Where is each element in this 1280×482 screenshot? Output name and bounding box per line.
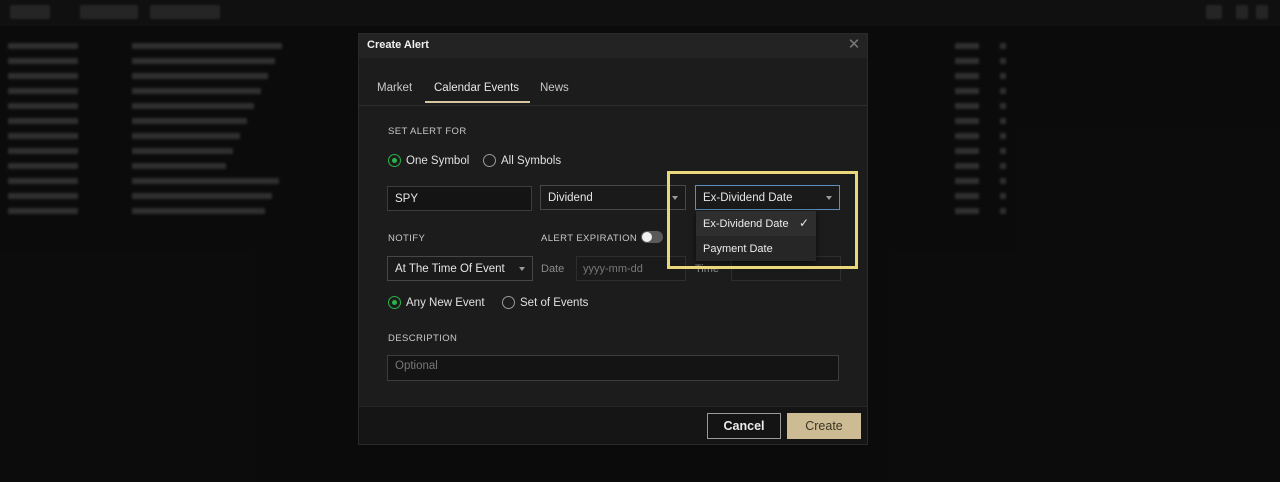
- event-type-value: Dividend: [548, 191, 593, 204]
- notify-select[interactable]: At The Time Of Event: [387, 256, 533, 281]
- tab-market[interactable]: Market: [377, 82, 412, 94]
- expiration-date-input[interactable]: yyyy-mm-dd: [576, 256, 686, 281]
- radio-label: One Symbol: [406, 154, 470, 167]
- dialog-title: Create Alert: [367, 39, 429, 51]
- alert-expiration-heading: ALERT EXPIRATION: [541, 233, 638, 244]
- expiration-date-label: Date: [541, 263, 565, 275]
- create-button[interactable]: Create: [787, 413, 861, 439]
- chevron-down-icon: [826, 195, 832, 200]
- set-alert-for-heading: SET ALERT FOR: [388, 126, 467, 137]
- radio-selected-icon: [388, 154, 401, 167]
- expiration-date-placeholder: yyyy-mm-dd: [583, 262, 643, 275]
- menu-item-ex-dividend-date[interactable]: Ex-Dividend Date ✓: [696, 211, 816, 236]
- date-type-select[interactable]: Ex-Dividend Date: [695, 185, 840, 210]
- active-tab-indicator: [425, 101, 530, 103]
- date-type-value: Ex-Dividend Date: [703, 191, 793, 204]
- tab-news[interactable]: News: [540, 82, 569, 94]
- date-type-dropdown-menu: Ex-Dividend Date ✓ Payment Date: [696, 211, 816, 261]
- notify-value: At The Time Of Event: [395, 262, 505, 275]
- radio-any-new-event[interactable]: Any New Event: [388, 296, 485, 309]
- dialog-header: Create Alert ✕: [359, 34, 867, 58]
- tab-calendar-events[interactable]: Calendar Events: [434, 82, 519, 94]
- radio-label: All Symbols: [501, 154, 562, 167]
- radio-one-symbol[interactable]: One Symbol: [388, 154, 469, 167]
- description-heading: DESCRIPTION: [388, 333, 458, 344]
- chevron-down-icon: [672, 195, 678, 200]
- cancel-button[interactable]: Cancel: [707, 413, 781, 439]
- radio-unselected-icon: [502, 296, 515, 309]
- expiration-time-label: Time: [695, 263, 720, 275]
- radio-label: Set of Events: [520, 296, 589, 309]
- description-input[interactable]: Optional: [387, 355, 839, 381]
- alert-type-tabs: Market Calendar Events News: [359, 58, 867, 106]
- checkmark-icon: ✓: [798, 216, 809, 230]
- close-icon[interactable]: ✕: [847, 37, 861, 53]
- radio-all-symbols[interactable]: All Symbols: [483, 154, 561, 167]
- alert-expiration-toggle[interactable]: [641, 231, 663, 243]
- dialog-footer: Cancel Create: [359, 406, 867, 444]
- radio-set-of-events[interactable]: Set of Events: [502, 296, 588, 309]
- toggle-knob: [642, 232, 652, 242]
- menu-item-label: Ex-Dividend Date: [703, 217, 789, 230]
- radio-unselected-icon: [483, 154, 496, 167]
- menu-item-payment-date[interactable]: Payment Date: [696, 236, 816, 261]
- symbol-input-value: SPY: [395, 192, 419, 205]
- menu-item-label: Payment Date: [703, 242, 773, 255]
- radio-selected-icon: [388, 296, 401, 309]
- radio-label: Any New Event: [406, 296, 485, 309]
- event-type-select[interactable]: Dividend: [540, 185, 686, 210]
- description-placeholder: Optional: [395, 360, 438, 372]
- symbol-input[interactable]: SPY: [387, 186, 532, 211]
- chevron-down-icon: [519, 266, 525, 271]
- notify-heading: NOTIFY: [388, 233, 426, 244]
